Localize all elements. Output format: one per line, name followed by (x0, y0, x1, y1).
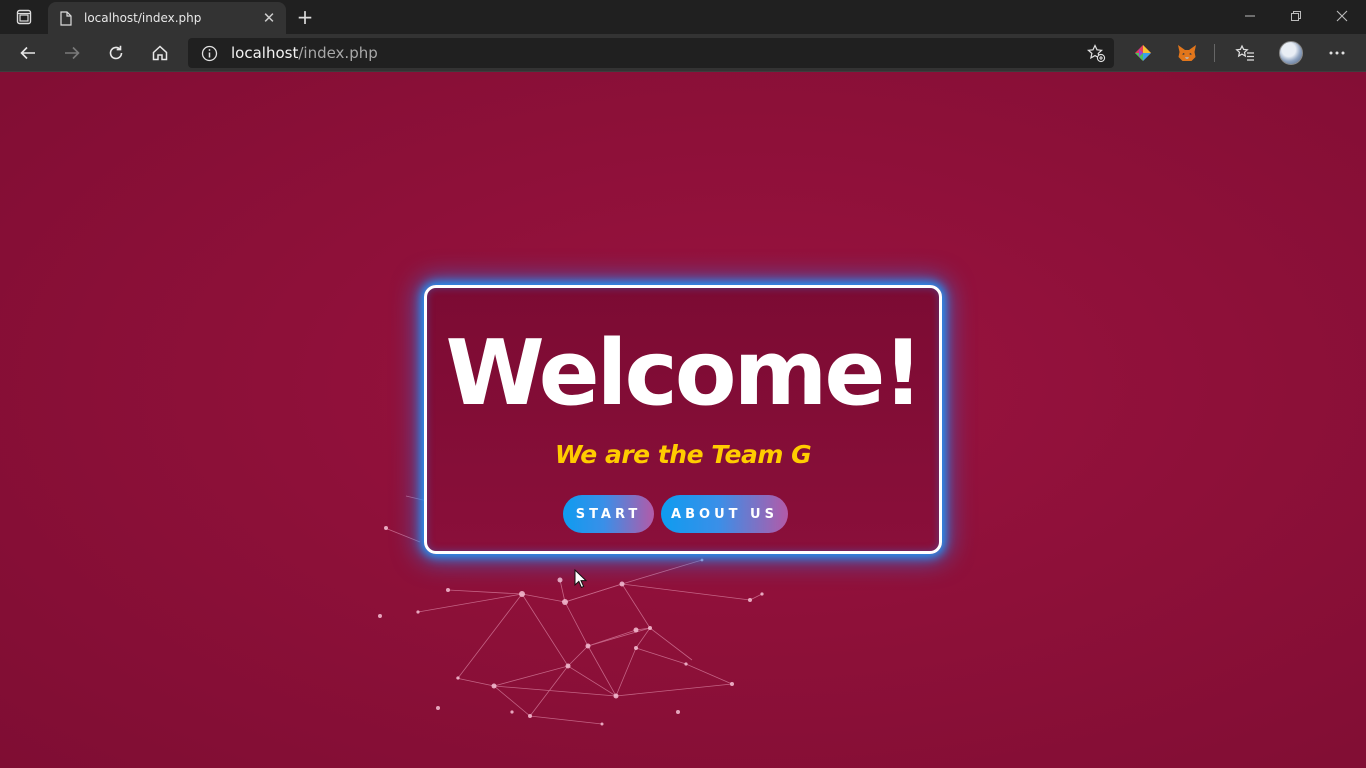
page-viewport: Welcome! We are the Team G START ABOUT U… (0, 72, 1366, 768)
back-icon[interactable] (15, 40, 41, 66)
minimize-icon[interactable] (1236, 4, 1264, 28)
new-tab-button[interactable]: + (294, 5, 316, 29)
metamask-fox-icon[interactable] (1176, 42, 1198, 64)
tab-bar: localhost/index.php ✕ + (0, 0, 1366, 34)
forward-icon[interactable] (59, 40, 85, 66)
welcome-heading: Welcome! (445, 321, 924, 426)
color-extension-icon[interactable] (1132, 42, 1154, 64)
url-host: localhost (231, 44, 299, 62)
favorites-icon[interactable] (1234, 42, 1256, 64)
mouse-cursor-icon (574, 569, 588, 589)
about-us-button[interactable]: ABOUT US (661, 495, 788, 533)
start-button[interactable]: START (563, 495, 654, 533)
welcome-card: Welcome! We are the Team G START ABOUT U… (424, 285, 942, 554)
info-icon[interactable] (200, 44, 218, 62)
tab-actions-icon[interactable] (8, 6, 40, 28)
add-favorite-icon[interactable] (1086, 43, 1106, 63)
address-bar[interactable]: localhost/index.php (188, 38, 1114, 68)
more-options-icon[interactable] (1326, 42, 1348, 64)
refresh-icon[interactable] (103, 40, 129, 66)
toolbar-separator (1214, 44, 1215, 62)
tab-title: localhost/index.php (84, 11, 202, 25)
home-icon[interactable] (147, 40, 173, 66)
browser-tab[interactable]: localhost/index.php ✕ (48, 2, 286, 34)
page-icon (58, 10, 74, 26)
close-window-icon[interactable] (1328, 4, 1356, 28)
url-path: /index.php (298, 44, 378, 62)
restore-icon[interactable] (1282, 4, 1310, 28)
close-tab-icon[interactable]: ✕ (260, 9, 278, 27)
profile-avatar[interactable] (1279, 41, 1303, 65)
browser-toolbar: localhost/index.php (0, 34, 1366, 72)
team-tagline: We are the Team G (554, 440, 812, 469)
